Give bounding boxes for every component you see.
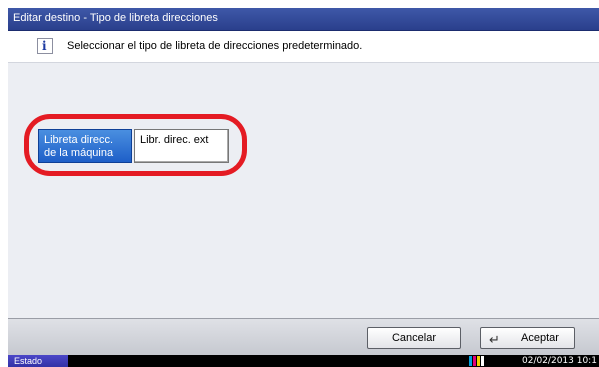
status-bar: Estado 02/02/2013 10:1 [8,355,599,367]
info-text: Seleccionar el tipo de libreta de direcc… [67,40,363,52]
window-title: Editar destino - Tipo de libreta direcci… [13,12,218,24]
info-icon: i [37,38,53,54]
highlight-circle [24,114,247,176]
datetime: 02/02/2013 10:1 [522,356,597,366]
main-content: i Seleccionar el tipo de libreta de dire… [8,31,599,318]
info-row: i Seleccionar el tipo de libreta de dire… [8,31,599,63]
cancel-button[interactable]: Cancelar [367,327,461,349]
screen-frame: Editar destino - Tipo de libreta direcci… [8,8,599,367]
bottom-bar: Cancelar ↵ Aceptar [8,318,599,355]
toner-icon [469,356,487,366]
title-bar: Editar destino - Tipo de libreta direcci… [8,8,599,31]
accept-button[interactable]: ↵ Aceptar [480,327,575,349]
status-button[interactable]: Estado [8,355,68,367]
accept-label: Aceptar [521,332,559,344]
enter-icon: ↵ [489,333,500,348]
